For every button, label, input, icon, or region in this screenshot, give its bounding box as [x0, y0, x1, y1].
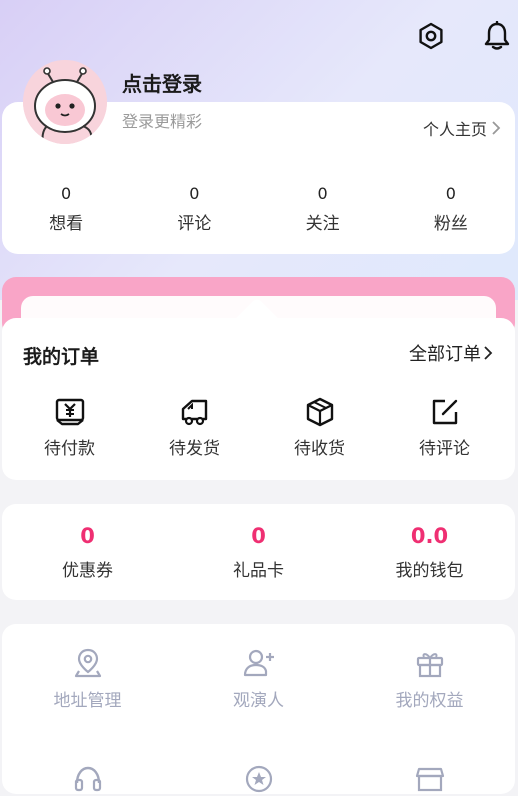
truck-icon: [132, 396, 257, 428]
wallet-label: 我的钱包: [395, 561, 464, 581]
order-pending-review[interactable]: 待评论: [382, 396, 507, 459]
gift-cards[interactable]: 0 礼品卡: [173, 524, 344, 581]
order-pending-receipt-label: 待收货: [294, 439, 345, 459]
attendees-label: 观演人: [233, 691, 284, 711]
stat-label: 评论: [177, 214, 212, 234]
services-row: 地址管理 观演人 我的权益: [2, 646, 515, 711]
my-wallet[interactable]: 0.0 我的钱包: [344, 524, 515, 581]
stat-comments[interactable]: 0 评论: [130, 184, 258, 234]
profile-home-link[interactable]: 个人主页: [423, 116, 501, 140]
customer-service[interactable]: [2, 762, 173, 796]
chevron-right-icon: [484, 346, 493, 360]
stat-value: 0: [445, 184, 456, 203]
services-card: 地址管理 观演人 我的权益: [2, 624, 515, 794]
package-icon: [257, 396, 382, 428]
store-icon: [344, 762, 515, 796]
stat-value: 0: [189, 184, 200, 203]
coupons-label: 优惠券: [62, 561, 113, 581]
order-pending-payment-label: 待付款: [44, 439, 95, 459]
gift-cards-value: 0: [251, 524, 266, 548]
stat-want-to-see[interactable]: 0 想看: [2, 184, 130, 234]
order-pending-receipt[interactable]: 待收货: [257, 396, 382, 459]
stat-label: 想看: [49, 214, 84, 234]
coupons-value: 0: [80, 524, 95, 548]
gift-icon: [344, 646, 515, 680]
my-benefits-label: 我的权益: [395, 691, 464, 711]
address-management-label: 地址管理: [53, 691, 122, 711]
my-benefits[interactable]: 我的权益: [344, 646, 515, 711]
order-card: 我的订单 全部订单 待付款 待发货 待收货 待评论: [2, 318, 515, 480]
all-orders-link[interactable]: 全部订单: [409, 340, 493, 366]
order-pending-review-label: 待评论: [419, 439, 470, 459]
order-pending-payment[interactable]: 待付款: [7, 396, 132, 459]
stat-following[interactable]: 0 关注: [259, 184, 387, 234]
avatar[interactable]: [23, 60, 107, 144]
profile-home-label: 个人主页: [422, 120, 487, 139]
login-subtitle: 登录更精彩: [122, 112, 203, 131]
stat-value: 0: [61, 184, 72, 203]
chevron-right-icon: [492, 121, 501, 135]
settings-icon[interactable]: [415, 20, 447, 52]
add-person-icon: [173, 646, 344, 680]
all-orders-label: 全部订单: [409, 344, 481, 365]
services-row-2: [2, 762, 515, 796]
bell-icon[interactable]: [481, 20, 513, 52]
wallet-card: 0 优惠券 0 礼品卡 0.0 我的钱包: [2, 504, 515, 600]
stat-value: 0: [317, 184, 328, 203]
coupons[interactable]: 0 优惠券: [2, 524, 173, 581]
membership[interactable]: [173, 762, 344, 796]
stat-label: 关注: [305, 214, 340, 234]
edit-icon: [382, 396, 507, 428]
wallet-row: 0 优惠券 0 礼品卡 0.0 我的钱包: [2, 524, 515, 581]
login-title[interactable]: 点击登录: [122, 68, 202, 97]
gift-cards-label: 礼品卡: [233, 561, 284, 581]
star-badge-icon: [173, 762, 344, 796]
store[interactable]: [344, 762, 515, 796]
attendees[interactable]: 观演人: [173, 646, 344, 711]
order-title: 我的订单: [23, 346, 100, 368]
payment-icon: [7, 396, 132, 428]
order-status-row: 待付款 待发货 待收货 待评论: [2, 396, 515, 459]
stat-label: 粉丝: [433, 214, 468, 234]
address-management[interactable]: 地址管理: [2, 646, 173, 711]
order-pending-shipment-label: 待发货: [169, 439, 220, 459]
headset-icon: [2, 762, 173, 796]
profile-stats: 0 想看 0 评论 0 关注 0 粉丝: [2, 184, 515, 234]
stat-fans[interactable]: 0 粉丝: [387, 184, 515, 234]
order-pending-shipment[interactable]: 待发货: [132, 396, 257, 459]
wallet-value: 0.0: [410, 524, 449, 548]
location-icon: [2, 646, 173, 680]
